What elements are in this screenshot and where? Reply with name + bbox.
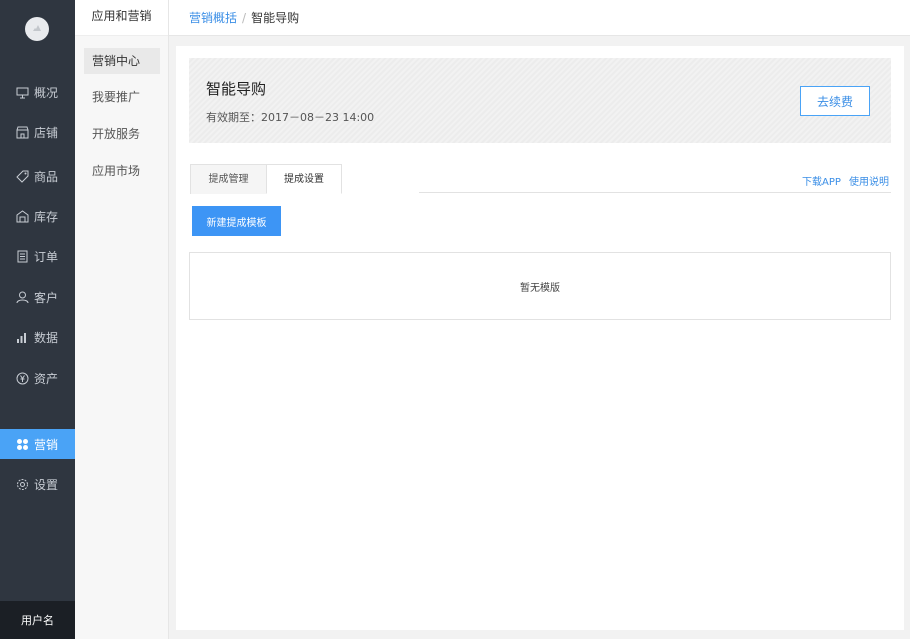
tab-divider: [419, 192, 891, 193]
shop-logo[interactable]: [25, 17, 49, 41]
breadcrumb-current: 智能导购: [251, 11, 300, 25]
logo-icon: [33, 25, 41, 31]
bar-chart-icon: [16, 331, 29, 344]
store-icon: [16, 126, 29, 139]
download-app-link[interactable]: 下载APP: [802, 173, 841, 188]
breadcrumb: 营销概括 / 智能导购: [169, 0, 910, 36]
main-nav: 概况 店铺 商品 库存 订单 客户 数据 资产 营销 设置 用户名: [0, 0, 75, 639]
breadcrumb-separator: /: [242, 10, 247, 25]
user-icon: [16, 291, 29, 304]
nav-item-data[interactable]: 数据: [0, 322, 75, 352]
apps-icon: [16, 438, 29, 451]
nav-item-inventory[interactable]: 库存: [0, 201, 75, 231]
nav-item-assets[interactable]: 资产: [0, 363, 75, 393]
nav-item-label: 数据: [34, 330, 59, 345]
subnav-title: 应用和营销: [75, 0, 168, 36]
renew-button[interactable]: 去续费: [800, 86, 870, 116]
empty-message: 暂无模版: [520, 282, 560, 294]
order-icon: [16, 250, 29, 263]
nav-item-products[interactable]: 商品: [0, 161, 75, 191]
sub-nav: 应用和营销 营销中心 我要推广 开放服务 应用市场: [75, 0, 169, 639]
nav-item-label: 设置: [34, 477, 59, 492]
tab-commission-settings[interactable]: 提成设置: [266, 164, 342, 194]
nav-item-settings[interactable]: 设置: [0, 469, 75, 499]
template-list: 暂无模版: [189, 252, 891, 320]
nav-item-marketing[interactable]: 营销: [0, 429, 75, 459]
gear-icon: [16, 478, 29, 491]
manual-link[interactable]: 使用说明: [849, 173, 889, 188]
nav-item-label: 客户: [34, 290, 59, 305]
nav-item-label: 商品: [34, 169, 59, 184]
subnav-item-marketing-center[interactable]: 营销中心: [84, 48, 160, 74]
subnav-item-promotion[interactable]: 我要推广: [84, 84, 160, 110]
nav-item-label: 店铺: [34, 125, 59, 140]
nav-item-label: 资产: [34, 371, 59, 386]
nav-item-customers[interactable]: 客户: [0, 282, 75, 312]
page-title: 智能导购: [206, 80, 267, 98]
monitor-icon: [16, 86, 29, 99]
username[interactable]: 用户名: [0, 601, 75, 639]
nav-item-overview[interactable]: 概况: [0, 77, 75, 107]
tag-icon: [16, 170, 29, 183]
subnav-item-open-services[interactable]: 开放服务: [84, 121, 160, 147]
nav-item-store[interactable]: 店铺: [0, 117, 75, 147]
subnav-item-app-market[interactable]: 应用市场: [84, 158, 160, 184]
breadcrumb-parent-link[interactable]: 营销概括: [189, 9, 237, 26]
warehouse-icon: [16, 209, 29, 223]
yuan-icon: [16, 372, 29, 385]
nav-item-label: 营销: [34, 437, 59, 452]
nav-item-label: 订单: [34, 249, 59, 264]
nav-item-label: 概况: [34, 85, 59, 100]
nav-item-orders[interactable]: 订单: [0, 241, 75, 271]
nav-item-label: 库存: [34, 209, 59, 224]
content-panel: 智能导购 有效期至：2017－08－23 14:00 去续费 提成管理 提成设置…: [176, 46, 904, 630]
tab-commission-management[interactable]: 提成管理: [190, 164, 267, 194]
app-header-card: 智能导购 有效期至：2017－08－23 14:00 去续费: [189, 58, 891, 143]
expire-date: 有效期至：2017－08－23 14:00: [206, 111, 375, 124]
new-template-button[interactable]: 新建提成模板: [192, 206, 281, 236]
